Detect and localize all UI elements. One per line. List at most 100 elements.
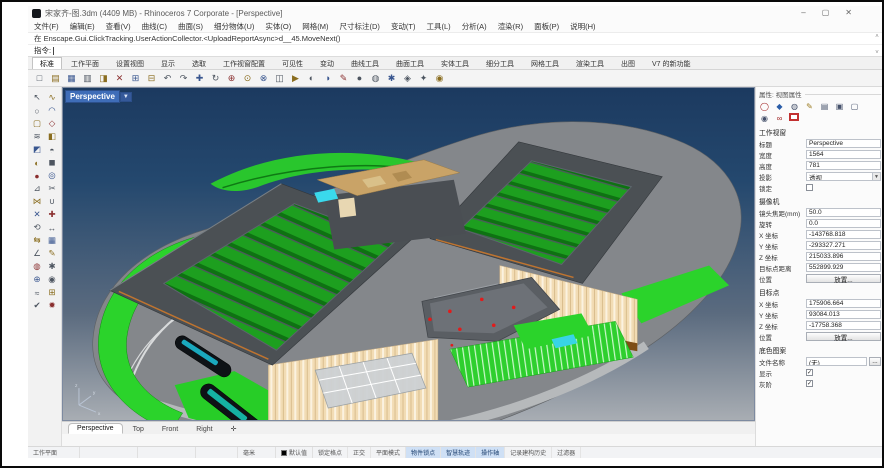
status-toggle[interactable]: 操作轴 xyxy=(476,447,505,458)
delete-icon[interactable]: ✕ xyxy=(113,72,126,85)
annotation-pen-icon[interactable]: ✎ xyxy=(804,101,815,111)
show-object-icon[interactable]: ▶ xyxy=(289,72,302,85)
check-icon[interactable]: ✔ xyxy=(30,299,44,312)
lighting-icon[interactable]: ✦ xyxy=(417,72,430,85)
surface-from-curves-icon[interactable]: ≋ xyxy=(30,130,44,143)
viewport-title-dropdown-icon[interactable]: ▼ xyxy=(120,92,132,102)
property-value-input[interactable]: -17758.368 xyxy=(806,321,881,330)
point-icon[interactable]: ◉ xyxy=(45,273,59,286)
annotate-icon[interactable]: ✎ xyxy=(337,72,350,85)
mirror-icon[interactable]: ⇆ xyxy=(30,234,44,247)
shaded-view-icon[interactable]: ◐ xyxy=(305,72,318,85)
join-icon[interactable]: ∪ xyxy=(45,195,59,208)
save-icon[interactable]: ▦ xyxy=(65,72,78,85)
perspective-viewport[interactable]: Perspective ▼ xyxy=(62,87,755,421)
menu-item[interactable]: 工具(L) xyxy=(427,21,451,32)
lamp-icon[interactable]: ✹ xyxy=(45,299,59,312)
property-value-input[interactable]: 50.0 xyxy=(806,208,881,217)
toolbar-tab[interactable]: 选取 xyxy=(184,57,214,69)
scroll-up-icon[interactable]: ˄ xyxy=(875,34,879,40)
text-icon[interactable]: ✎ xyxy=(45,247,59,260)
maximize-button[interactable]: ▢ xyxy=(822,8,830,18)
delete-object-icon[interactable]: ✕ xyxy=(30,208,44,221)
copy-icon[interactable]: ⊞ xyxy=(129,72,142,85)
circle-icon[interactable]: ○ xyxy=(30,104,44,117)
property-value-input[interactable]: -293327.271 xyxy=(806,241,881,250)
property-value-input[interactable]: 175906.664 xyxy=(806,299,881,308)
menu-item[interactable]: 曲线(C) xyxy=(142,21,167,32)
locked-checkbox[interactable] xyxy=(806,184,813,191)
trim-icon[interactable]: ✂ xyxy=(45,182,59,195)
viewport-title-label[interactable]: Perspective xyxy=(65,90,120,103)
projection-select[interactable]: 透视 xyxy=(806,172,873,181)
revolve-icon[interactable]: ◓ xyxy=(45,143,59,156)
sun-icon[interactable]: ◉ xyxy=(433,72,446,85)
menu-item[interactable]: 尺寸标注(D) xyxy=(340,21,380,32)
viewport-title[interactable]: Perspective ▼ xyxy=(65,90,132,103)
wallpaper-filename-input[interactable]: (无) xyxy=(806,357,867,366)
command-prompt[interactable]: 指令: xyxy=(28,45,884,57)
rotate-view-icon[interactable]: ↻ xyxy=(209,72,222,85)
property-value-input[interactable]: Perspective xyxy=(806,139,881,148)
control-point-curve-icon[interactable]: ∿ xyxy=(45,91,59,104)
menu-item[interactable]: 细分物体(U) xyxy=(214,21,254,32)
zoom-tool-icon[interactable]: ⊕ xyxy=(30,273,44,286)
curve-tools-icon[interactable]: ≈ xyxy=(30,286,44,299)
toolbar-tab[interactable]: 设置视图 xyxy=(108,57,152,69)
cylinder-icon[interactable]: ◎ xyxy=(45,169,59,182)
chevron-down-icon[interactable]: ▼ xyxy=(873,172,881,181)
scale-icon[interactable]: ↔ xyxy=(45,221,59,234)
status-toggle[interactable]: 正交 xyxy=(348,447,371,458)
toolbar-tab[interactable]: 工作视窗配置 xyxy=(215,57,273,69)
display-monitor-icon[interactable]: ▢ xyxy=(849,101,860,111)
select-arrow-icon[interactable]: ↖ xyxy=(30,91,44,104)
corner-surface-icon[interactable]: ◧ xyxy=(45,130,59,143)
toolbar-tab[interactable]: 显示 xyxy=(153,57,183,69)
hyperlink-icon[interactable]: ∞ xyxy=(774,113,785,123)
status-toggle[interactable]: 锁定格点 xyxy=(313,447,348,458)
property-value-input[interactable]: 552899.929 xyxy=(806,263,881,272)
zoom-window-icon[interactable]: ⊕ xyxy=(225,72,238,85)
paste-icon[interactable]: ⊟ xyxy=(145,72,158,85)
print-icon[interactable]: ▥ xyxy=(81,72,94,85)
menu-item[interactable]: 文件(F) xyxy=(34,21,59,32)
grayscale-checkbox[interactable]: ✓ xyxy=(806,380,813,387)
toolbar-tab[interactable]: 标准 xyxy=(32,57,62,69)
split-icon[interactable]: ⋈ xyxy=(30,195,44,208)
toolbar-tab[interactable]: 实体工具 xyxy=(433,57,477,69)
rotate-icon[interactable]: ⟲ xyxy=(30,221,44,234)
zoom-extents-icon[interactable]: ⊙ xyxy=(241,72,254,85)
layout-icon[interactable]: ⊞ xyxy=(45,286,59,299)
menu-item[interactable]: 查看(V) xyxy=(106,21,131,32)
toolbar-tab[interactable]: 变动 xyxy=(312,57,342,69)
status-layer[interactable]: 默认值 xyxy=(276,447,313,458)
status-toggle[interactable]: 物件锁点 xyxy=(406,447,441,458)
close-button[interactable]: ✕ xyxy=(845,8,852,18)
camera-place-button[interactable]: 放置... xyxy=(806,274,881,283)
material-icon[interactable]: ◆ xyxy=(774,101,785,111)
menu-item[interactable]: 实体(O) xyxy=(265,21,291,32)
viewport-tab[interactable]: Right xyxy=(188,425,220,434)
options2-icon[interactable]: ✱ xyxy=(45,260,59,273)
sweep-icon[interactable]: ◩ xyxy=(30,143,44,156)
status-toggle[interactable]: 过滤器 xyxy=(552,447,581,458)
property-value-input[interactable]: 93084.013 xyxy=(806,310,881,319)
viewport-properties-icon[interactable] xyxy=(789,113,799,121)
box-icon[interactable]: ◼ xyxy=(45,156,59,169)
menu-item[interactable]: 分析(A) xyxy=(462,21,487,32)
menu-item[interactable]: 渲染(R) xyxy=(498,21,523,32)
boolean-icon[interactable]: ◐ xyxy=(30,156,44,169)
mesh-icon[interactable]: ⊿ xyxy=(30,182,44,195)
toolbar-tab[interactable]: 工作平面 xyxy=(63,57,107,69)
sphere-icon[interactable]: ● xyxy=(30,169,44,182)
object-snap-icon[interactable]: ● xyxy=(353,72,366,85)
viewport-tab[interactable]: ✛ xyxy=(223,424,245,434)
scroll-down-icon[interactable]: ˅ xyxy=(875,50,879,56)
redo-icon[interactable]: ↷ xyxy=(177,72,190,85)
object-properties-icon[interactable]: ◯ xyxy=(759,101,770,111)
viewport-tab[interactable]: Perspective xyxy=(68,423,123,434)
detail-icon[interactable]: ▣ xyxy=(834,101,845,111)
menu-item[interactable]: 曲面(S) xyxy=(178,21,203,32)
rectangle-icon[interactable]: ▢ xyxy=(30,117,44,130)
viewport-tab[interactable]: Top xyxy=(125,425,152,434)
